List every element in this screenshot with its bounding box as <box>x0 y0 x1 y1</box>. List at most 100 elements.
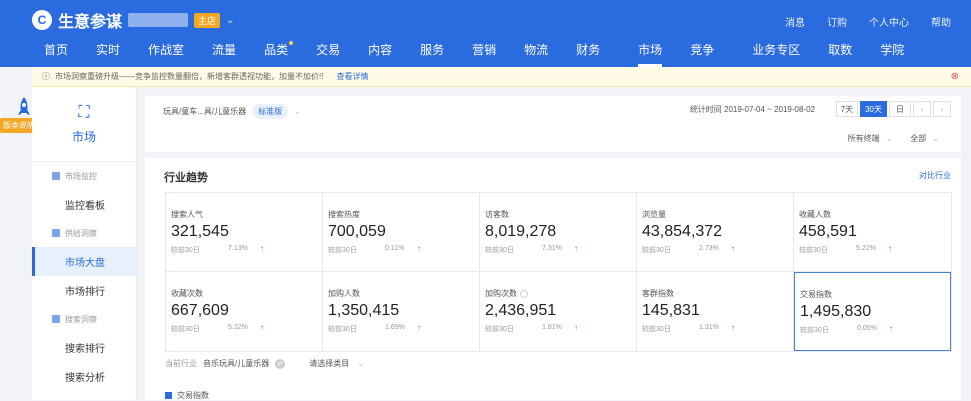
sidebar-item-search-analysis[interactable]: 搜索分析 <box>32 362 136 391</box>
rocket-icon[interactable] <box>16 96 32 120</box>
breadcrumb-text: 玩具/童车...具/儿童乐器 <box>163 107 247 116</box>
metric-value: 700,059 <box>328 223 386 240</box>
nav-academy[interactable]: 学院 <box>880 38 904 67</box>
nav-market[interactable]: 市场 <box>638 38 663 67</box>
range-30d-button[interactable]: 30天 <box>860 101 887 117</box>
top-header: C 生意参谋 主店 ⌄ 消息 订购 个人中心 帮助 首页 实时 作战室 流量 品… <box>0 0 971 67</box>
metric-card[interactable]: 访客数 8,019,278 较前30日 7.31% ↑ <box>480 193 637 272</box>
notice-close-icon[interactable]: ⊗ <box>951 71 959 82</box>
metric-card[interactable]: 加购人数 1,350,415 较前30日 1.69% ↑ <box>323 272 480 351</box>
legend-label: 交易指数 <box>177 391 209 400</box>
logo-text: 生意参谋 <box>58 14 123 31</box>
range-day-button[interactable]: 日 <box>889 101 911 117</box>
metric-label: 客群指数 <box>642 289 674 298</box>
metric-label: 交易指数 <box>800 290 832 299</box>
metric-card[interactable]: 客群指数 145,831 较前30日 1.31% ↑ <box>637 272 794 351</box>
sidebar-item-search-rank[interactable]: 搜索排行 <box>32 333 136 362</box>
metric-value: 145,831 <box>642 302 700 319</box>
shop-chevron-down-icon[interactable]: ⌄ <box>226 15 234 26</box>
sidebar-group-search: 搜索洞察 <box>32 305 136 333</box>
help-icon[interactable] <box>520 289 528 298</box>
sidebar-group-label: 市场监控 <box>65 171 97 181</box>
logo-mark-icon: C <box>32 10 52 30</box>
chevron-down-icon[interactable]: ⌄ <box>294 107 301 116</box>
arrow-up-icon: ↑ <box>731 323 735 332</box>
metric-percent: 2.73% <box>699 245 719 252</box>
nav-competition[interactable]: 竞争 <box>690 38 714 67</box>
category-select[interactable]: 请选择类目 ⌄ <box>309 358 364 369</box>
nav-content[interactable]: 内容 <box>368 38 392 67</box>
notice-bar: ⓘ 市场洞察重磅升级——竞争监控数量翻倍，新增客群透视功能，加量不加价!! 查看… <box>32 67 971 87</box>
sidebar-group-supply: 供给洞察 <box>32 219 136 247</box>
filter-bar: 玩具/童车...具/儿童乐器 标准版 ⌄ 统计时间 2019-07-04 ~ 2… <box>145 96 961 152</box>
nav-category-label: 品类 <box>264 43 289 57</box>
metric-percent: 0.05% <box>857 325 877 332</box>
message-link[interactable]: 消息 <box>785 14 805 29</box>
metric-card[interactable]: 搜索热度 700,059 较前30日 0.11% ↑ <box>323 193 480 272</box>
arrow-up-icon: ↑ <box>574 323 578 332</box>
all-select-label: 全部 <box>910 134 927 143</box>
metric-compare: 较前30日 <box>171 326 200 333</box>
sidebar-item-market-overview[interactable]: 市场大盘 <box>32 247 136 276</box>
metric-card[interactable]: 收藏次数 667,609 较前30日 5.32% ↑ <box>166 272 323 351</box>
metric-compare: 较前30日 <box>485 247 514 254</box>
metric-card-selected[interactable]: 交易指数 1,495,830 较前30日 0.05% ↑ <box>794 272 951 351</box>
metric-percent: 5.32% <box>228 324 248 331</box>
chart-legend[interactable]: 交易指数 <box>165 390 209 401</box>
stat-date-range: 统计时间 2019-07-04 ~ 2019-08-02 <box>689 105 815 114</box>
metric-card[interactable]: 浏览量 43,854,372 较前30日 2.73% ↑ <box>637 193 794 272</box>
nav-traffic[interactable]: 流量 <box>212 38 236 67</box>
chart-icon <box>52 315 60 323</box>
sidebar-item-monitor-board[interactable]: 监控看板 <box>32 190 136 219</box>
metric-card[interactable]: 收藏人数 458,591 较前30日 5.22% ↑ <box>794 193 951 272</box>
chevron-down-icon: ⌄ <box>885 134 893 143</box>
prev-arrow-icon[interactable]: ‹ <box>913 101 931 117</box>
nav-service[interactable]: 服务 <box>420 38 444 67</box>
next-arrow-icon[interactable]: › <box>933 101 951 117</box>
metric-label: 加购次数 <box>485 289 517 298</box>
utility-links: 消息 订购 个人中心 帮助 <box>785 14 951 29</box>
sidebar-header[interactable]: ⛶ 市场 <box>32 87 136 162</box>
arrow-up-icon: ↑ <box>731 244 735 253</box>
terminal-select-label: 所有终端 <box>847 134 880 143</box>
industry-trend-panel: 行业趋势 对比行业 搜索人气 321,545 较前30日 7.13% ↑ 搜索热… <box>145 158 961 400</box>
industry-swap-icon[interactable]: ⇄ <box>275 358 286 369</box>
metric-compare: 较前30日 <box>485 326 514 333</box>
metric-percent: 0.11% <box>385 245 405 252</box>
nav-marketing[interactable]: 营销 <box>472 38 496 67</box>
chart-icon <box>52 172 60 180</box>
nav-home[interactable]: 首页 <box>44 38 68 67</box>
nav-category[interactable]: 品类 <box>264 38 294 67</box>
metric-label: 收藏次数 <box>171 289 203 298</box>
terminal-select[interactable]: 所有终端 ⌄ <box>848 133 893 144</box>
metric-label: 搜索人气 <box>171 210 203 219</box>
metric-compare: 较前30日 <box>328 247 357 254</box>
new-dot-icon <box>289 41 294 45</box>
category-breadcrumb[interactable]: 玩具/童车...具/儿童乐器 标准版 ⌄ <box>163 104 301 119</box>
nav-finance[interactable]: 财务 <box>576 38 600 67</box>
metric-compare: 较前30日 <box>328 326 357 333</box>
metric-label-row: 加购次数 <box>485 288 636 299</box>
metric-label: 访客数 <box>485 210 509 219</box>
logo[interactable]: C 生意参谋 主店 ⌄ <box>32 8 234 32</box>
help-link[interactable]: 帮助 <box>931 14 951 29</box>
compare-industry-link[interactable]: 对比行业 <box>919 170 951 181</box>
all-select[interactable]: 全部 ⌄ <box>910 133 939 144</box>
nav-logistics[interactable]: 物流 <box>524 38 548 67</box>
metric-card[interactable]: 加购次数 2,436,951 较前30日 1.81% ↑ <box>480 272 637 351</box>
nav-war-room[interactable]: 作战室 <box>148 38 184 67</box>
user-center-link[interactable]: 个人中心 <box>869 14 909 29</box>
order-link[interactable]: 订购 <box>827 14 847 29</box>
sidebar-header-label: 市场 <box>71 129 96 144</box>
category-select-label: 请选择类目 <box>309 359 350 368</box>
nav-business-zone[interactable]: 业务专区 <box>752 38 800 67</box>
nav-data-fetch[interactable]: 取数 <box>828 38 852 67</box>
metric-value: 321,545 <box>171 223 229 240</box>
shop-name-blurred <box>128 13 189 27</box>
notice-detail-link[interactable]: 查看详情 <box>336 71 368 82</box>
metric-card[interactable]: 搜索人气 321,545 较前30日 7.13% ↑ <box>166 193 323 272</box>
sidebar-item-market-rank[interactable]: 市场排行 <box>32 276 136 305</box>
range-7d-button[interactable]: 7天 <box>835 101 859 117</box>
nav-trade[interactable]: 交易 <box>316 38 340 67</box>
nav-realtime[interactable]: 实时 <box>96 38 120 67</box>
